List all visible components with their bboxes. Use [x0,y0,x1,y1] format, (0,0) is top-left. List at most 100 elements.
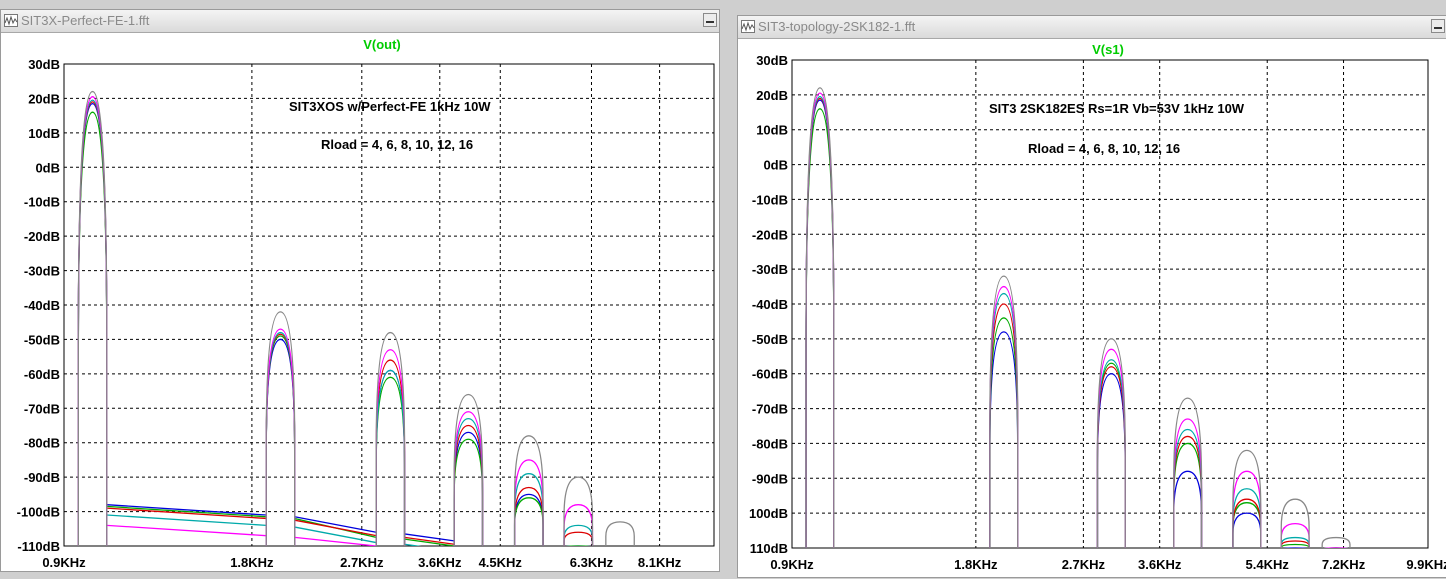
x-tick-label: 7.2KHz [1322,557,1366,572]
y-tick-label: -10dB [24,195,60,210]
noise-floor [294,536,377,546]
y-tick-label: -90dB [752,471,788,486]
window-titlebar[interactable]: SIT3X-Perfect-FE-1.fft [1,10,719,33]
plot-title: V(s1) [1092,42,1124,57]
plot-window-right: SIT3-topology-2SK182-1.fft V(s1) SIT3 2S… [737,15,1446,578]
harmonic-lobe [1280,543,1310,548]
harmonic-lobe [605,521,635,546]
harmonic-lobe [1096,373,1126,548]
x-tick-label: 3.6KHz [1138,557,1182,572]
harmonic-lobe [513,486,544,546]
harmonic-lobe [375,331,406,546]
harmonic-lobe [1173,442,1203,548]
y-tick-label: -10dB [752,192,788,207]
plot-title: V(out) [363,37,401,52]
y-tick-label: -90dB [24,470,60,485]
y-tick-label: -40dB [24,298,60,313]
harmonic-lobe [77,111,108,546]
harmonic-lobe [1232,449,1262,548]
y-tick-label: -50dB [752,332,788,347]
y-tick-label: -60dB [752,367,788,382]
harmonic-lobe [513,473,544,546]
y-tick-label: 30dB [28,57,60,72]
x-tick-label: 1.8KHz [230,555,274,570]
series-0 [805,99,1350,548]
plot-area [805,87,1351,548]
plot-annotation-line1: SIT3XOS w/Perfect-FE 1kHz 10W [289,99,491,114]
plot-annotation-line2: Rload = 4, 6, 8, 10, 12, 16 [321,137,473,152]
y-tick-label: -110dB [17,539,60,554]
y-tick-label: -80dB [24,436,60,451]
x-tick-label: 6.3KHz [570,555,614,570]
fft-chart-right: V(s1) SIT3 2SK182ES Rs=1R Vb=53V 1kHz 10… [749,42,1446,572]
harmonic-lobe [1232,502,1262,548]
harmonic-lobe [1232,470,1262,548]
waveform-icon [741,20,755,33]
y-tick-label: 110dB [750,541,788,556]
y-tick-label: 20dB [28,91,60,106]
y-tick-label: -30dB [752,262,788,277]
harmonic-lobe [453,393,484,546]
y-tick-label: -100dB [17,505,60,520]
harmonic-lobe [453,438,484,546]
noise-floor [294,519,377,537]
harmonic-lobe [265,335,296,546]
x-tick-label: 3.6KHz [418,555,462,570]
fft-chart-left: V(out) SIT3XOS w/Perfect-FE 1kHz 10W Rlo… [17,37,715,570]
series-5 [77,90,635,546]
y-tick-label: 100dB [749,506,788,521]
harmonic-lobe [989,331,1019,548]
y-tick-label: 20dB [756,88,788,103]
harmonic-lobe [1232,498,1262,548]
minimize-button[interactable] [703,13,717,27]
y-tick-label: -40dB [752,297,788,312]
plot-annotation-line2: Rload = 4, 6, 8, 10, 12, 16 [1028,141,1180,156]
harmonic-lobe [805,108,835,548]
harmonic-lobe [513,435,544,546]
x-tick-label: 9.9KHz [1406,557,1446,572]
y-tick-label: -60dB [24,367,60,382]
noise-floor [405,548,455,555]
harmonic-lobe [1232,512,1262,548]
y-tick-label: 0dB [763,158,788,173]
harmonic-lobe [375,376,406,546]
grid [792,60,1429,548]
waveform-icon [4,14,18,27]
x-tick-label: 2.7KHz [1062,557,1106,572]
window-title: SIT3-topology-2SK182-1.fft [758,19,916,34]
harmonic-lobe [265,311,296,546]
window-titlebar[interactable]: SIT3-topology-2SK182-1.fft [738,16,1446,39]
noise-floor [404,536,455,545]
y-tick-label: -80dB [752,436,788,451]
series-4 [805,92,1350,548]
harmonic-lobe [1173,470,1203,548]
y-tick-label: 30dB [756,53,788,68]
y-tick-label: 10dB [28,126,60,141]
x-tick-label: 1.8KHz [954,557,998,572]
series-1 [805,108,1350,548]
y-tick-label: -20dB [24,229,60,244]
window-title: SIT3X-Perfect-FE-1.fft [21,13,150,28]
plot-window-left: SIT3X-Perfect-FE-1.fft V(out) SIT3XOS w/… [0,9,720,572]
harmonic-lobe [563,524,594,546]
x-tick-label: 2.7KHz [340,555,384,570]
harmonic-lobe [513,497,544,546]
harmonic-lobe [265,338,296,546]
plot-area [77,90,635,555]
x-tick-label: 8.1KHz [638,555,682,570]
plot-annotation-line1: SIT3 2SK182ES Rs=1R Vb=53V 1kHz 10W [989,101,1245,116]
x-tick-label: 4.5KHz [479,555,523,570]
y-tick-label: -20dB [752,227,788,242]
harmonic-lobe [989,317,1019,548]
harmonic-lobe [1173,418,1203,548]
minimize-button[interactable] [1431,19,1445,33]
harmonic-lobe [1280,522,1310,548]
noise-floor [106,524,267,537]
harmonic-lobe [1173,397,1203,548]
x-tick-label: 0.9KHz [770,557,814,572]
y-tick-label: -70dB [752,402,788,417]
harmonic-lobe [563,476,594,546]
y-tick-label: 0dB [35,160,60,175]
y-tick-label: -70dB [24,401,60,416]
y-tick-label: -30dB [24,264,60,279]
